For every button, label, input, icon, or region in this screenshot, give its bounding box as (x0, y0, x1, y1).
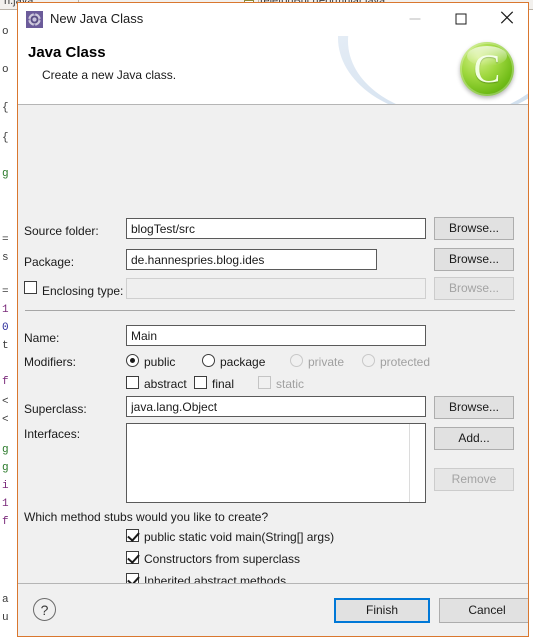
help-button[interactable]: ? (33, 598, 56, 621)
method-stub-label-main: public static void main(String[] args) (144, 530, 335, 544)
modifier-label-final: final (212, 377, 235, 391)
dialog-header: Java Class Create a new Java class. C (18, 36, 528, 105)
new-java-class-dialog: New Java Class Java Class Create a new J… (17, 2, 529, 637)
method-stubs-question: Which method stubs would you like to cre… (24, 510, 269, 524)
modifier-label-private: private (308, 355, 345, 369)
maximize-icon (455, 13, 467, 24)
dialog-body: Source folder: Browse... Package: Browse… (18, 105, 528, 636)
close-icon (500, 10, 514, 27)
superclass-input[interactable] (126, 396, 426, 417)
interfaces-list[interactable] (126, 423, 426, 503)
minimize-button[interactable] (392, 3, 438, 34)
interfaces-label: Interfaces: (24, 427, 81, 441)
source-folder-label: Source folder: (24, 224, 99, 238)
modifier-label-abstract: abstract (144, 377, 187, 391)
name-label: Name: (24, 331, 60, 345)
method-stub-label-constructors: Constructors from superclass (144, 552, 301, 566)
modifier-radio-package[interactable] (202, 354, 215, 367)
maximize-button[interactable] (438, 3, 484, 34)
enclosing-type-label: Enclosing type: (42, 284, 124, 298)
interfaces-remove-button: Remove (434, 468, 514, 491)
method-stub-checkbox-constructors[interactable] (126, 551, 139, 564)
logo-gloss (467, 46, 507, 66)
enclosing-type-browse-button: Browse... (434, 277, 514, 300)
page-subtitle: Create a new Java class. (42, 68, 177, 82)
modifier-checkbox-final[interactable] (194, 376, 207, 389)
modifier-checkbox-static (258, 376, 271, 389)
source-folder-input[interactable] (126, 218, 426, 239)
method-stub-checkbox-main[interactable] (126, 529, 139, 542)
modifier-label-protected: protected (380, 355, 431, 369)
modifier-radio-public[interactable] (126, 354, 139, 367)
modifier-radio-private (290, 354, 303, 367)
close-button[interactable] (484, 3, 528, 34)
modifier-checkbox-abstract[interactable] (126, 376, 139, 389)
section-separator (25, 310, 515, 311)
dialog-footer: ? Finish Cancel (18, 583, 528, 636)
interfaces-list-scroll-divider (409, 424, 410, 502)
java-class-gear-icon (26, 11, 43, 28)
package-input[interactable] (126, 249, 377, 270)
dialog-title: New Java Class (50, 11, 144, 26)
modifiers-label: Modifiers: (24, 355, 77, 369)
dialog-title-bar[interactable]: New Java Class (18, 3, 528, 36)
page-title: Java Class (28, 44, 106, 61)
modifier-label-static: static (276, 377, 305, 391)
modifier-label-public: public (144, 355, 176, 369)
help-icon: ? (40, 601, 49, 618)
enclosing-type-input (126, 278, 426, 299)
superclass-label: Superclass: (24, 402, 87, 416)
enclosing-type-checkbox[interactable] (24, 281, 37, 294)
modifier-radio-protected (362, 354, 375, 367)
modifier-label-package: package (220, 355, 266, 369)
finish-button[interactable]: Finish (334, 598, 430, 623)
name-input[interactable] (126, 325, 426, 346)
minimize-icon (409, 18, 421, 19)
cancel-button[interactable]: Cancel (439, 598, 528, 623)
package-browse-button[interactable]: Browse... (434, 248, 514, 271)
java-class-wizard-logo: C (460, 42, 514, 96)
package-label: Package: (24, 255, 75, 269)
interfaces-add-button[interactable]: Add... (434, 427, 514, 450)
source-folder-browse-button[interactable]: Browse... (434, 217, 514, 240)
superclass-browse-button[interactable]: Browse... (434, 396, 514, 419)
